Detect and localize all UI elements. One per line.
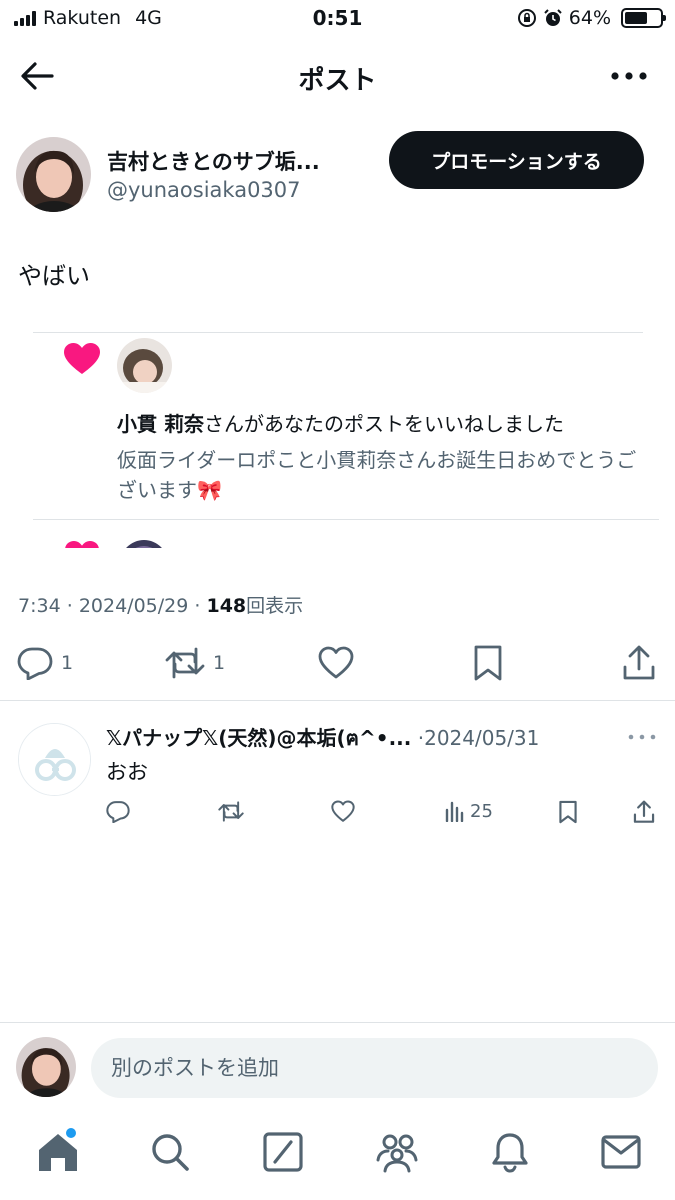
communities-icon — [376, 1134, 418, 1173]
notifications-icon — [492, 1133, 528, 1173]
heart-outline-icon — [318, 646, 354, 679]
like-notification-text: 小貫 莉奈さんがあなたのポストをいいねしました — [117, 408, 564, 437]
unread-dot — [66, 1128, 76, 1138]
tab-communities[interactable] — [375, 1130, 419, 1174]
author-name[interactable]: 吉村ときとのサブ垢... — [107, 146, 320, 176]
divider — [0, 700, 675, 701]
reply-display-name[interactable]: 𝕏パナップ𝕏(天然)@本垢(ฅ^•... — [106, 726, 411, 750]
author-avatar[interactable] — [16, 137, 91, 212]
avatar-photo — [117, 338, 172, 393]
battery-percent: 64% — [568, 7, 611, 29]
reply-repost-button[interactable] — [218, 800, 244, 823]
reply-share-button[interactable] — [633, 800, 655, 824]
more-button[interactable] — [609, 62, 649, 90]
like-button[interactable] — [318, 646, 354, 680]
views-chart-icon — [445, 801, 464, 822]
author-handle[interactable]: @yunaosiaka0307 — [107, 178, 301, 202]
repost-button[interactable]: 1 — [165, 646, 225, 680]
heart-outline-icon — [331, 800, 355, 822]
liker-name[interactable]: 小貫 莉奈 — [117, 412, 204, 436]
repost-count: 1 — [213, 652, 226, 674]
compose-icon — [263, 1132, 303, 1172]
reply-count: 1 — [61, 652, 74, 674]
divider — [33, 519, 659, 520]
orientation-lock-icon — [517, 9, 536, 27]
share-icon — [633, 800, 655, 823]
battery-icon — [621, 8, 666, 28]
more-horizontal-icon — [628, 734, 656, 740]
tab-notifications[interactable] — [488, 1130, 532, 1174]
liker-avatar[interactable] — [117, 338, 172, 393]
tab-bar — [0, 1130, 675, 1180]
reply-views-count: 25 — [470, 800, 493, 822]
views-label: 回表示 — [246, 595, 304, 617]
heart-icon — [63, 342, 101, 376]
reply-icon — [17, 647, 53, 680]
avatar-photo — [16, 137, 91, 212]
post-text: やばい — [18, 262, 90, 290]
battery-fill — [625, 12, 647, 24]
avatar-photo — [19, 724, 90, 795]
reply-text: おお — [106, 760, 148, 784]
status-right: 64% — [517, 7, 666, 29]
reply-bookmark-button[interactable] — [558, 800, 578, 824]
reply-icon — [106, 801, 130, 823]
divider — [33, 332, 643, 333]
reply-like-button[interactable] — [331, 800, 355, 823]
reply-views-button[interactable]: 25 — [444, 800, 493, 822]
divider — [0, 1022, 675, 1023]
share-button[interactable] — [622, 645, 656, 681]
meta-separator: · — [66, 595, 73, 617]
promote-button[interactable]: プロモーションする — [389, 131, 644, 189]
bookmark-icon — [474, 645, 502, 681]
post-actions: 1 1 — [0, 642, 675, 686]
alarm-icon — [544, 9, 562, 26]
messages-icon — [601, 1135, 641, 1169]
repost-icon — [165, 647, 205, 679]
page-title: ポスト — [298, 66, 377, 96]
heart-icon — [64, 540, 100, 548]
reply-button[interactable]: 1 — [17, 646, 73, 680]
post-time: 7:34 — [18, 595, 61, 617]
bookmark-button[interactable] — [473, 644, 503, 682]
repost-icon — [218, 801, 244, 822]
tab-messages[interactable] — [599, 1130, 643, 1174]
share-icon — [623, 645, 655, 680]
meta-separator: · — [194, 595, 201, 617]
more-horizontal-icon — [611, 72, 647, 80]
post-date: 2024/05/29 — [78, 595, 189, 617]
tab-compose[interactable] — [261, 1130, 305, 1174]
reply-header: 𝕏パナップ𝕏(天然)@本垢(ฅ^•... ·2024/05/31 — [106, 722, 616, 754]
status-bar: Rakuten 4G 0:51 64% — [0, 0, 675, 38]
reply-actions: 25 — [0, 800, 675, 828]
post-meta: 7:34 · 2024/05/29 · 148回表示 — [18, 591, 303, 618]
top-nav: ポスト — [0, 50, 675, 102]
composer-avatar[interactable] — [16, 1037, 76, 1097]
avatar-photo — [16, 1037, 76, 1097]
reply-more-button[interactable] — [627, 727, 657, 747]
liker-avatar — [120, 540, 168, 548]
reply-reply-button[interactable] — [106, 800, 130, 823]
liked-post-quote[interactable]: 仮面ライダーロポこと小貫莉奈さんお誕生日おめでとうございます🎀 — [117, 445, 647, 505]
reply-avatar[interactable] — [18, 723, 91, 796]
bookmark-icon — [559, 800, 577, 824]
add-post-input[interactable] — [91, 1038, 658, 1098]
search-icon — [152, 1134, 189, 1171]
tab-search[interactable] — [148, 1130, 192, 1174]
reply-date: 2024/05/31 — [424, 726, 540, 750]
like-action-text: さんがあなたのポストをいいねしました — [203, 412, 564, 436]
views-count[interactable]: 148 — [206, 595, 246, 617]
